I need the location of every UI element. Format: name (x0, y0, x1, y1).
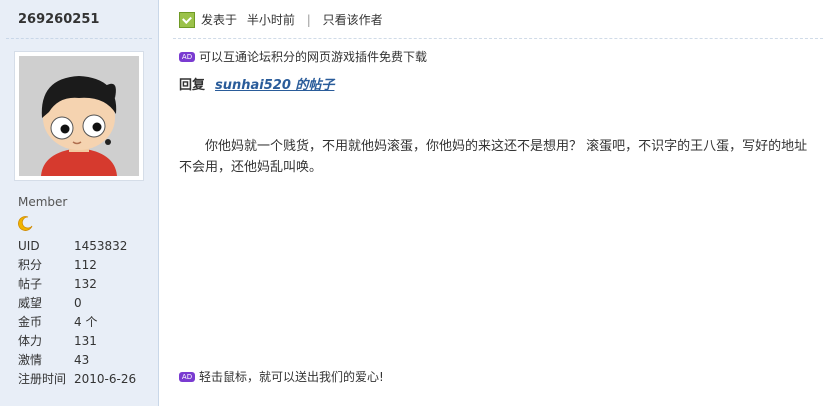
user-stats: UID 1453832 积分 112 帖子 132 威望 0 金币 4 个 体力 131 激… (18, 237, 136, 389)
posted-time: 半小时前 (246, 13, 295, 27)
post-body: 你他妈就一个贱货，不用就他妈滚蛋，你他妈的来这还不是想用？ 滚蛋吧，不识字的王八… (179, 139, 808, 175)
stat-uid: UID 1453832 (18, 239, 128, 253)
ad-top[interactable]: AD 可以互通论坛积分的网页游戏插件免费下载 (179, 49, 427, 65)
ad-bottom[interactable]: AD 轻击鼠标，就可以送出我们的爱心! (179, 369, 384, 385)
stat-posts: 帖子 132 (18, 277, 97, 291)
header-separator: | (306, 13, 311, 27)
ad-badge-icon: AD (179, 371, 195, 382)
ad-top-text[interactable]: 可以互通论坛积分的网页游戏插件免费下载 (199, 50, 427, 64)
reply-title: 回复 sunhai520 的帖子 (179, 74, 334, 93)
post-divider (173, 38, 823, 39)
avatar[interactable] (14, 51, 144, 181)
stat-stamina: 体力 131 (18, 334, 97, 348)
reply-prefix: 回复 (179, 78, 206, 93)
post-header: 发表于 半小时前 | 只看该作者 (179, 10, 383, 30)
post-main: 发表于 半小时前 | 只看该作者 AD 可以互通论坛积分的网页游戏插件免费下载 回… (159, 0, 826, 406)
user-rank: Member (18, 195, 68, 209)
stat-coins: 金币 4 个 (18, 315, 98, 329)
reply-link[interactable]: sunhai520 的帖子 (215, 78, 334, 93)
stat-points: 积分 112 (18, 258, 97, 272)
avatar-image (19, 56, 139, 176)
ad-bottom-text[interactable]: 轻击鼠标，就可以送出我们的爱心! (199, 370, 384, 384)
author-only-link[interactable]: 只看该作者 (323, 13, 383, 27)
stat-register-date: 注册时间 2010-6-26 (18, 372, 137, 386)
username[interactable]: 269260251 (18, 12, 99, 27)
stat-prestige: 威望 0 (18, 296, 82, 310)
post-icon (179, 11, 195, 28)
stat-passion: 激情 43 (18, 353, 90, 367)
ad-badge-icon: AD (179, 51, 195, 62)
posted-label: 发表于 (201, 13, 238, 27)
moon-icon (18, 215, 34, 234)
user-sidebar: 269260251 Member UID 1453832 积分 112 帖子 132 … (0, 0, 159, 406)
sidebar-divider (6, 38, 152, 39)
